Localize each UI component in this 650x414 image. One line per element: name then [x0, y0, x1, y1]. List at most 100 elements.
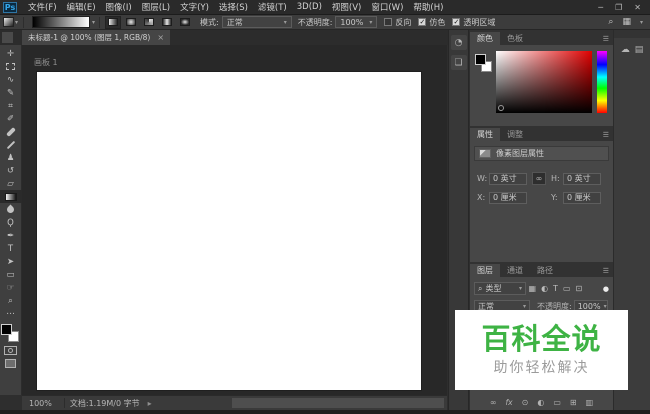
- tab-channels[interactable]: 通道: [500, 264, 530, 277]
- gradient-tool[interactable]: [0, 190, 22, 203]
- tab-swatches[interactable]: 色板: [500, 32, 530, 45]
- new-layer-icon[interactable]: ⊞: [570, 398, 577, 407]
- pen-tool[interactable]: ✒: [0, 229, 22, 242]
- eraser-tool[interactable]: ▱: [0, 177, 22, 190]
- foreground-color-mini-swatch[interactable]: [475, 54, 486, 65]
- filter-toggle-icon[interactable]: ●: [603, 285, 609, 293]
- hand-tool[interactable]: ☞: [0, 281, 22, 294]
- foreground-color-swatch[interactable]: [1, 324, 12, 335]
- crop-tool[interactable]: ⌗: [0, 99, 22, 112]
- filter-pixel-layers-icon[interactable]: ▦: [529, 284, 537, 293]
- filter-type-layers-icon[interactable]: T: [553, 284, 558, 293]
- type-tool[interactable]: T: [0, 242, 22, 255]
- clone-stamp-tool[interactable]: ♟: [0, 151, 22, 164]
- reflected-gradient-button[interactable]: [159, 16, 175, 29]
- delete-layer-icon[interactable]: ▥: [586, 398, 594, 407]
- search-icon[interactable]: ⌕: [608, 17, 613, 27]
- zoom-tool[interactable]: ⌕: [0, 294, 22, 307]
- menu-file[interactable]: 文件(F): [23, 1, 62, 13]
- panel-menu-icon[interactable]: ☰: [603, 267, 613, 277]
- linear-gradient-button[interactable]: [105, 16, 121, 29]
- tool-preset-picker[interactable]: ▾: [3, 17, 19, 28]
- brush-tool[interactable]: [0, 138, 22, 151]
- close-button[interactable]: ✕: [634, 3, 641, 12]
- hue-slider[interactable]: [597, 51, 607, 113]
- canvas[interactable]: [37, 72, 421, 390]
- tab-layers[interactable]: 图层: [470, 264, 500, 277]
- angle-gradient-button[interactable]: [141, 16, 157, 29]
- workspace-arrow-icon[interactable]: ▾: [640, 19, 643, 26]
- menu-3d[interactable]: 3D(D): [292, 2, 327, 12]
- history-panel-icon[interactable]: ◔: [451, 35, 467, 50]
- tab-properties[interactable]: 属性: [470, 128, 500, 141]
- panel-menu-icon[interactable]: ☰: [603, 35, 613, 45]
- menu-view[interactable]: 视图(V): [327, 1, 366, 13]
- healing-brush-tool[interactable]: [0, 125, 22, 138]
- move-tool[interactable]: ✛: [0, 47, 22, 60]
- artboard-label[interactable]: 画板 1: [34, 57, 58, 68]
- height-field[interactable]: 0 英寸: [563, 173, 601, 185]
- maximize-button[interactable]: ❐: [615, 3, 622, 12]
- radial-gradient-button[interactable]: [123, 16, 139, 29]
- quick-selection-tool[interactable]: ✎: [0, 86, 22, 99]
- layer-mask-icon[interactable]: ⊙: [522, 398, 529, 407]
- link-layers-icon[interactable]: ∞: [490, 398, 497, 407]
- zoom-level-field[interactable]: 100%: [22, 399, 59, 408]
- x-field[interactable]: 0 厘米: [489, 192, 527, 204]
- menu-window[interactable]: 窗口(W): [366, 1, 408, 13]
- reverse-checkbox[interactable]: [384, 18, 392, 26]
- menu-select[interactable]: 选择(S): [214, 1, 253, 13]
- document-tab-close-icon[interactable]: ×: [157, 33, 164, 42]
- path-selection-tool[interactable]: ➤: [0, 255, 22, 268]
- menu-image[interactable]: 图像(I): [101, 1, 137, 13]
- document-tab[interactable]: 未标题-1 @ 100% (图层 1, RGB/8) ×: [22, 30, 170, 45]
- libraries-icon[interactable]: ☁: [621, 45, 630, 55]
- workspace-icon[interactable]: ▦: [622, 17, 631, 27]
- horizontal-scrollbar[interactable]: [232, 398, 444, 408]
- toolbar-collapse-button[interactable]: [2, 32, 13, 43]
- gradient-preview[interactable]: [32, 16, 90, 28]
- menu-help[interactable]: 帮助(H): [408, 1, 448, 13]
- marquee-tool[interactable]: [0, 60, 22, 73]
- shape-tool[interactable]: ▭: [0, 268, 22, 281]
- y-field[interactable]: 0 厘米: [563, 192, 601, 204]
- edit-toolbar-button[interactable]: ⋯: [0, 307, 22, 320]
- layer-filter-select[interactable]: ⌕ 类型 ▾: [474, 282, 526, 295]
- adjustment-layer-icon[interactable]: ◐: [537, 398, 544, 407]
- color-field[interactable]: [496, 51, 592, 113]
- width-field[interactable]: 0 英寸: [489, 173, 527, 185]
- blend-mode-select[interactable]: 正常 ▾: [222, 16, 292, 28]
- screen-mode-button[interactable]: [0, 357, 22, 370]
- diamond-gradient-button[interactable]: [177, 16, 193, 29]
- eyedropper-tool[interactable]: ✐: [0, 112, 22, 125]
- minimize-button[interactable]: ─: [598, 3, 603, 12]
- menu-type[interactable]: 文字(Y): [175, 1, 214, 13]
- lasso-tool[interactable]: ∿: [0, 73, 22, 86]
- layer-group-icon[interactable]: ▭: [553, 398, 561, 407]
- clone-source-panel-icon[interactable]: ❏: [451, 55, 467, 70]
- dodge-tool[interactable]: Ϙ: [0, 216, 22, 229]
- color-swatches[interactable]: [1, 324, 20, 344]
- tab-adjustments[interactable]: 调整: [500, 128, 530, 141]
- menu-layer[interactable]: 图层(L): [137, 1, 175, 13]
- transparency-checkbox[interactable]: ✓: [452, 18, 460, 26]
- filter-adjustment-layers-icon[interactable]: ◐: [541, 284, 548, 293]
- opacity-select[interactable]: 100% ▾: [335, 16, 377, 28]
- radial-gradient-icon: [126, 18, 136, 26]
- history-brush-tool[interactable]: ↺: [0, 164, 22, 177]
- layer-style-icon[interactable]: fx: [506, 398, 513, 407]
- list-icon[interactable]: ▤: [635, 45, 644, 55]
- link-dimensions-icon[interactable]: ∞: [532, 172, 546, 185]
- quick-mask-button[interactable]: [0, 344, 22, 357]
- status-arrow-icon[interactable]: ▸: [148, 399, 152, 408]
- menu-filter[interactable]: 滤镜(T): [253, 1, 292, 13]
- panel-menu-icon[interactable]: ☰: [603, 131, 613, 141]
- blur-tool[interactable]: [0, 203, 22, 216]
- tab-color[interactable]: 颜色: [470, 32, 500, 45]
- gradient-picker-arrow-icon[interactable]: ▾: [92, 19, 95, 26]
- filter-smart-object-icon[interactable]: ⊡: [576, 284, 583, 293]
- filter-shape-layers-icon[interactable]: ▭: [563, 284, 571, 293]
- menu-edit[interactable]: 编辑(E): [62, 1, 101, 13]
- dither-checkbox[interactable]: ✓: [418, 18, 426, 26]
- tab-paths[interactable]: 路径: [530, 264, 560, 277]
